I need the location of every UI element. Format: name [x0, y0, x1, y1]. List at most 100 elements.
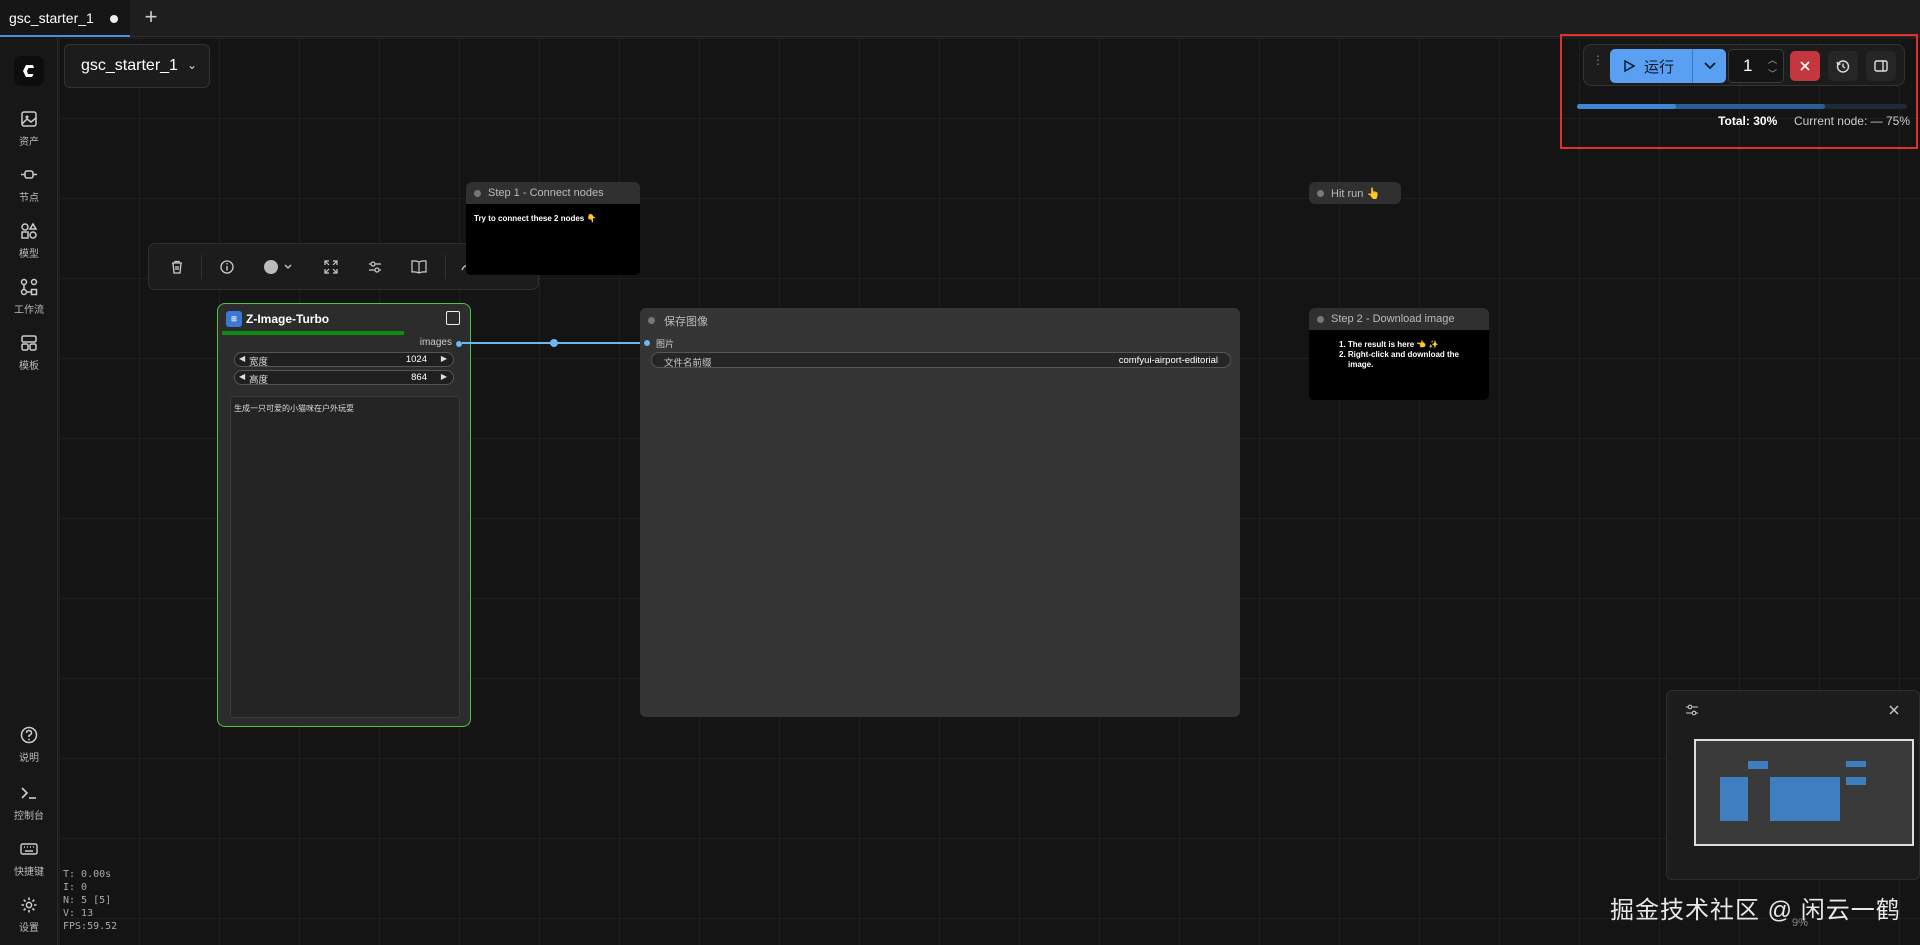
stat-fps: FPS:59.52 [63, 921, 118, 932]
sidebar-item-assets[interactable]: 资产 [0, 107, 58, 157]
node-title-text: Z-Image-Turbo [246, 312, 330, 326]
widget-label: 宽度 [249, 357, 269, 368]
widget-label: 文件名前缀 [664, 358, 712, 369]
docs-button[interactable] [409, 257, 429, 277]
tab-bar: gsc_starter_1 + [0, 0, 1920, 37]
output-label: images [419, 337, 452, 348]
minimap-node [1770, 777, 1840, 821]
height-widget[interactable]: ◀ 高度 864 ▶ [234, 370, 454, 386]
sidebar-item-templates[interactable]: 模板 [0, 331, 58, 381]
sidebar-item-label: 节点 [19, 193, 39, 204]
stat-time: T: 0.00s [63, 869, 112, 880]
sidebar-item-label: 控制台 [14, 811, 44, 822]
link-midpoint[interactable] [550, 339, 558, 347]
width-widget[interactable]: ◀ 宽度 1024 ▶ [234, 352, 454, 368]
sidebar-item-workflows[interactable]: 工作流 [0, 275, 58, 325]
sidebar-item-label: 快捷键 [14, 867, 44, 878]
workflow-tab[interactable]: gsc_starter_1 [0, 0, 130, 37]
sidebar-item-settings[interactable]: 设置 [0, 893, 58, 943]
note-line: 1. The result is here 👈 ✨ [1339, 340, 1439, 349]
note-text: Try to connect these 2 nodes 👇 [474, 214, 597, 223]
save-image-node[interactable]: 保存图像 图片 文件名前缀 comfyui-airport-editorial [640, 308, 1240, 717]
stat-v: V: 13 [63, 908, 94, 919]
increment-icon[interactable]: ▶ [441, 372, 447, 381]
adjust-button[interactable] [365, 257, 385, 277]
watermark: 掘金技术社区 @ 闲云一鹤 [1610, 897, 1901, 924]
color-dot-icon [264, 260, 292, 274]
note-body: Try to connect these 2 nodes 👇 [466, 204, 640, 275]
sidebar-item-label: 资产 [19, 137, 39, 148]
gear-icon [21, 897, 37, 913]
node-progress-bar [222, 331, 405, 335]
sidebar-item-label: 设置 [19, 923, 39, 934]
sidebar-item-shortcuts[interactable]: 快捷键 [0, 837, 58, 887]
color-picker-button[interactable] [263, 257, 299, 277]
note-body: 1. The result is here 👈 ✨ 2. Right-click… [1309, 330, 1489, 400]
unsaved-dot-icon [110, 15, 118, 23]
sidebar-item-label: 工作流 [14, 305, 44, 316]
collapse-dot-icon[interactable] [648, 317, 655, 324]
widget-value: 864 [411, 372, 427, 383]
input-slot[interactable] [644, 340, 650, 346]
sidebar-item-nodes[interactable]: 节点 [0, 163, 58, 213]
keyboard-icon [20, 843, 38, 855]
workflow-icon [20, 278, 38, 296]
chevron-down-icon: ⌄ [186, 58, 197, 72]
delete-button[interactable] [167, 257, 187, 277]
stat-i: I: 0 [63, 882, 88, 893]
note-step2[interactable]: Step 2 - Download image 1. The result is… [1309, 308, 1489, 400]
note-title: Step 2 - Download image [1309, 308, 1489, 330]
info-icon [220, 260, 234, 274]
minimap-panel [1666, 690, 1920, 880]
sidebar-item-label: 说明 [19, 753, 39, 764]
sidebar-item-help[interactable]: 说明 [0, 723, 58, 773]
note-hit-run[interactable]: Hit run 👆 [1309, 182, 1401, 204]
sliders-icon[interactable] [1685, 703, 1699, 717]
stat-nodes: N: 5 [5] [63, 895, 112, 906]
prompt-textarea[interactable]: 生成一只可爱的小猫咪在户外玩耍 [230, 396, 460, 718]
shapes-icon [21, 222, 38, 239]
sidebar: 资产 节点 模型 工作流 模板 说明 控制台 快捷键 设置 [0, 37, 58, 945]
expand-subgraph-button[interactable] [446, 311, 460, 325]
info-button[interactable] [217, 257, 237, 277]
sidebar-item-label: 模板 [19, 361, 39, 372]
trash-icon [172, 260, 182, 274]
node-title: ⊞ Z-Image-Turbo [226, 311, 329, 327]
decrement-icon[interactable]: ◀ [239, 354, 245, 363]
node-icon [21, 170, 37, 179]
input-label: 图片 [656, 339, 675, 349]
minimap-viewport[interactable] [1694, 739, 1914, 846]
terminal-icon [21, 787, 36, 799]
node-title: 保存图像 [664, 316, 708, 328]
z-image-turbo-node[interactable]: ⊞ Z-Image-Turbo images ◀ 宽度 1024 ▶ ◀ 高度 … [217, 303, 471, 727]
new-tab-button[interactable]: + [139, 6, 163, 30]
close-icon[interactable] [1887, 703, 1901, 717]
fit-view-button[interactable] [321, 257, 341, 277]
template-icon [21, 335, 37, 351]
sidebar-item-console[interactable]: 控制台 [0, 781, 58, 831]
minimap-node [1846, 761, 1866, 767]
image-icon [21, 111, 37, 127]
sidebar-item-models[interactable]: 模型 [0, 219, 58, 269]
expand-icon [324, 260, 338, 274]
sliders-icon [369, 261, 381, 273]
workflow-tab-label: gsc_starter_1 [9, 9, 94, 26]
note-line: image. [1348, 360, 1374, 369]
note-title: Hit run 👆 [1309, 182, 1401, 204]
book-icon [411, 260, 427, 274]
increment-icon[interactable]: ▶ [441, 354, 447, 363]
workflow-selector-label: gsc_starter_1 [81, 57, 178, 74]
highlight-box [1560, 34, 1918, 149]
minimap-node [1748, 761, 1768, 769]
minimap-node [1720, 777, 1748, 821]
workflow-selector[interactable]: gsc_starter_1 ⌄ [64, 44, 210, 88]
render-stats: T: 0.00s I: 0 N: 5 [5] V: 13 FPS:59.52 [63, 868, 117, 933]
widget-label: 高度 [249, 375, 269, 386]
widget-value: comfyui-airport-editorial [1118, 355, 1218, 366]
prompt-text: 生成一只可爱的小猫咪在户外玩耍 [234, 404, 354, 413]
filename-prefix-widget[interactable]: 文件名前缀 comfyui-airport-editorial [651, 352, 1231, 369]
comfy-logo[interactable] [14, 56, 44, 86]
decrement-icon[interactable]: ◀ [239, 372, 245, 381]
help-icon [20, 726, 38, 744]
note-step1[interactable]: Step 1 - Connect nodes Try to connect th… [466, 182, 640, 275]
